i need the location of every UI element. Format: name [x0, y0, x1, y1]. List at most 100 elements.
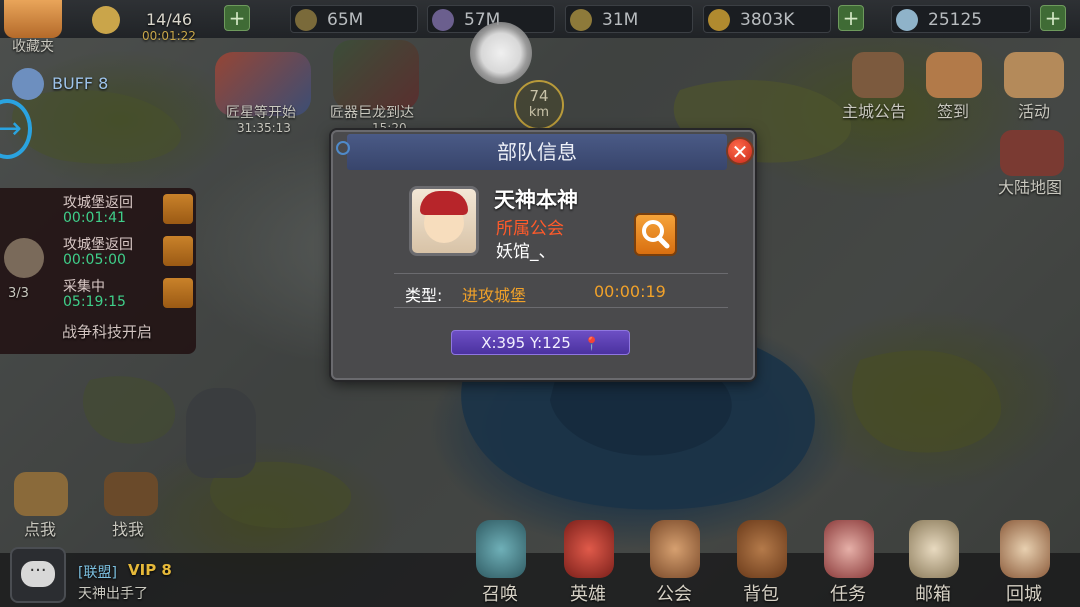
queue-item[interactable]: 采集中 05:19:15: [60, 274, 165, 314]
click-me-icon[interactable]: [14, 472, 68, 516]
announcement-label[interactable]: 主城公告: [842, 98, 906, 122]
backpack-icon: [737, 520, 787, 578]
nav-tasks[interactable]: 任务: [818, 520, 878, 605]
nav-guild-label: 公会: [656, 584, 692, 605]
guild-name: 妖馆_、: [496, 242, 556, 262]
troop-timer: 00:01:22: [142, 29, 196, 43]
dialog-title: 部队信息: [497, 140, 577, 164]
wood-value: 31M: [602, 10, 639, 30]
signin-label[interactable]: 签到: [937, 98, 969, 122]
activity-label[interactable]: 活动: [1018, 98, 1050, 122]
location-pin-icon: 📍: [583, 337, 600, 352]
add-gold-button[interactable]: +: [838, 5, 864, 31]
queue-hero-icon: [4, 238, 44, 278]
nav-mail-label: 邮箱: [915, 584, 951, 605]
chat-bubble-icon: ···: [21, 561, 55, 587]
diamond-resource[interactable]: 25125: [891, 5, 1031, 33]
player-name: 天神本神: [494, 188, 578, 212]
nav-backpack[interactable]: 背包: [731, 520, 791, 605]
guild-icon: [650, 520, 700, 578]
nav-heroes[interactable]: 英雄: [558, 520, 618, 605]
queue-item-time: 05:19:15: [63, 294, 126, 310]
announcement-icon[interactable]: [852, 52, 904, 98]
troop-count: 14/46: [146, 10, 193, 29]
march-time: 00:00:19: [594, 282, 666, 301]
close-icon[interactable]: ✕: [726, 137, 754, 165]
dialog-gear-icon: [336, 141, 350, 155]
queue-item[interactable]: 攻城堡返回 00:05:00: [60, 232, 165, 272]
dialog-header: 部队信息: [347, 134, 727, 170]
event-icon-2[interactable]: [333, 40, 419, 110]
chat-channel-tag: [联盟]: [78, 565, 117, 581]
tasks-icon: [824, 520, 874, 578]
nav-mail[interactable]: 邮箱: [903, 520, 963, 605]
queue-item-name: 攻城堡返回: [63, 237, 133, 253]
nav-guild[interactable]: 公会: [644, 520, 704, 605]
gold-icon: [708, 9, 730, 31]
queue-search-button-1[interactable]: [163, 194, 193, 224]
wood-icon: [570, 9, 592, 31]
distance-indicator[interactable]: 74 km: [514, 80, 564, 130]
diamond-icon: [896, 9, 918, 31]
nav-summon-label: 召唤: [482, 584, 518, 605]
divider: [394, 307, 728, 308]
war-tech-label[interactable]: 战争科技开启: [62, 321, 152, 342]
player-avatar[interactable]: [409, 186, 479, 256]
distance-unit: km: [528, 105, 550, 120]
queue-search-button-3[interactable]: [163, 278, 193, 308]
gold-resource[interactable]: 3803K: [703, 5, 831, 33]
return-city-icon: [1000, 520, 1050, 578]
queue-item-time: 00:01:41: [63, 210, 126, 226]
buff-icon: [12, 68, 44, 100]
nav-return-city[interactable]: 回城: [994, 520, 1054, 605]
queue-item[interactable]: 攻城堡返回 00:01:41: [60, 190, 165, 230]
world-map-label[interactable]: 大陆地图: [998, 174, 1062, 198]
coordinates-text: X:395 Y:125: [481, 334, 571, 352]
buff-badge[interactable]: BUFF 8: [10, 66, 132, 102]
find-me-icon[interactable]: [104, 472, 158, 516]
nav-backpack-label: 背包: [743, 584, 779, 605]
avatar-helmet: [420, 191, 468, 215]
chat-button[interactable]: ···: [10, 547, 66, 603]
gold-value: 3803K: [740, 10, 795, 30]
food-icon: [295, 9, 317, 31]
view-player-button[interactable]: [634, 213, 677, 256]
queue-search-button-2[interactable]: [163, 236, 193, 266]
click-me-label[interactable]: 点我: [24, 516, 56, 540]
nav-tasks-label: 任务: [830, 584, 866, 605]
diamond-value: 25125: [928, 10, 983, 30]
event-label-2: 匠器巨龙到达: [330, 105, 414, 121]
summon-icon: [476, 520, 526, 578]
signin-icon[interactable]: [926, 52, 982, 98]
activity-icon[interactable]: [1004, 52, 1064, 98]
queue-item-name: 采集中: [63, 279, 105, 295]
magnifier-icon: [642, 220, 670, 249]
nav-heroes-label: 英雄: [570, 584, 606, 605]
queue-count: 3/3: [8, 286, 29, 301]
find-me-label[interactable]: 找我: [112, 516, 144, 540]
mail-icon: [909, 520, 959, 578]
troops-icon: [92, 6, 120, 34]
divider: [394, 273, 728, 274]
type-value: 进攻城堡: [462, 286, 527, 305]
type-label: 类型:: [405, 286, 443, 305]
world-map-icon[interactable]: [1000, 130, 1064, 176]
event-time-1: 31:35:13: [237, 121, 291, 135]
chat-message[interactable]: 天神出手了: [78, 583, 148, 603]
queue-item-time: 00:05:00: [63, 252, 126, 268]
food-resource[interactable]: 65M: [290, 5, 418, 33]
nav-summon[interactable]: 召唤: [470, 520, 530, 605]
favorites-label[interactable]: 收藏夹: [12, 36, 54, 56]
add-diamond-button[interactable]: +: [1040, 5, 1066, 31]
chat-vip-badge: VIP 8: [128, 561, 172, 579]
profile-portrait[interactable]: [4, 0, 62, 38]
food-value: 65M: [327, 10, 364, 30]
guild-label: 所属公会: [496, 219, 564, 239]
add-troops-button[interactable]: +: [224, 5, 250, 31]
center-joystick[interactable]: [470, 22, 532, 84]
heroes-icon: [564, 520, 614, 578]
stone-icon: [432, 9, 454, 31]
map-monster[interactable]: [186, 388, 256, 478]
coordinates-button[interactable]: X:395 Y:125 📍: [451, 330, 630, 355]
wood-resource[interactable]: 31M: [565, 5, 693, 33]
